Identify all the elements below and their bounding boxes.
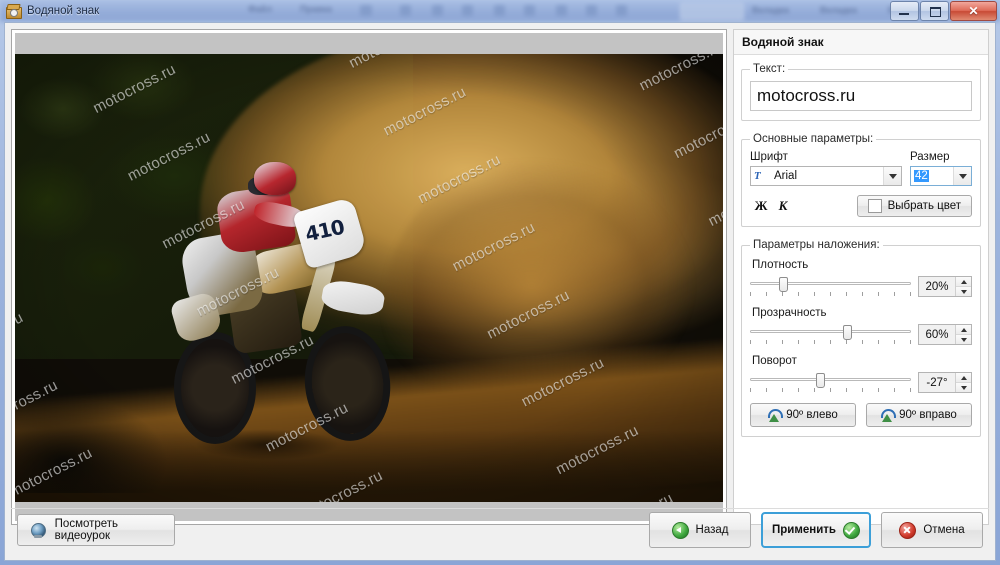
density-control: Плотность 20% (750, 259, 972, 298)
font-value: Arial (774, 170, 798, 182)
choose-color-button[interactable]: Выбрать цвет (856, 195, 972, 217)
app-briefcase-icon (6, 4, 22, 19)
footer-divider (11, 508, 989, 509)
font-type-icon: T (754, 169, 761, 182)
size-select[interactable]: 42 (910, 166, 972, 186)
density-slider-thumb[interactable] (778, 277, 788, 292)
rotation-value: -27° (926, 376, 948, 389)
text-group-legend: Текст: (753, 63, 786, 75)
rotate-left-label: 90º влево (786, 409, 838, 421)
density-spin-down[interactable] (956, 287, 971, 296)
cancel-label: Отмена (923, 524, 965, 536)
transparency-value: 60% (925, 328, 949, 341)
density-spin-up[interactable] (956, 277, 971, 287)
rotation-spinner[interactable]: -27° (918, 372, 972, 393)
window-title: Водяной знак (27, 5, 100, 17)
transparency-spinner[interactable]: 60% (918, 324, 972, 345)
main-params-legend: Основные параметры: (753, 133, 874, 145)
client-area: 410 motocross.ru motocross.ru motocross.… (4, 22, 996, 561)
transparency-spin-up[interactable] (956, 325, 971, 335)
preview-photo: 410 motocross.ru motocross.ru motocross.… (15, 54, 723, 502)
cancel-x-icon (899, 521, 917, 539)
transparency-spin-down[interactable] (956, 335, 971, 344)
minimize-button[interactable] (890, 1, 919, 21)
overlay-params-legend: Параметры наложения: (753, 239, 880, 251)
application-window: Файл Правка Вкладка Вкладка Вкладка Водя… (0, 0, 1000, 565)
overlay-params-group: Параметры наложения: Плотность 20% Прозр… (741, 239, 981, 437)
font-select[interactable]: T Arial (750, 166, 902, 186)
image-preview-pane[interactable]: 410 motocross.ru motocross.ru motocross.… (11, 29, 727, 525)
rotation-control: Поворот -27° (750, 355, 972, 394)
back-label: Назад (695, 524, 729, 536)
density-slider[interactable] (750, 276, 911, 298)
text-group: Текст: (741, 63, 981, 121)
footer-bar: Посмотреть видеоурок Назад Применить Отм… (5, 508, 995, 560)
watermark-text-input[interactable] (750, 81, 972, 111)
rotate-left-button[interactable]: 90º влево (750, 403, 856, 427)
transparency-label: Прозрачность (752, 307, 827, 319)
rotation-spin-down[interactable] (956, 383, 971, 392)
chevron-down-icon[interactable] (883, 167, 901, 185)
close-icon: ✕ (968, 4, 979, 18)
rotation-slider-thumb[interactable] (816, 373, 825, 388)
color-swatch-icon (867, 199, 882, 213)
preview-canvas[interactable]: 410 motocross.ru motocross.ru motocross.… (15, 33, 723, 521)
rotate-right-label: 90º вправо (899, 409, 957, 421)
main-params-group: Основные параметры: Шрифт T Arial Размер (741, 133, 981, 227)
chevron-down-icon[interactable] (953, 167, 971, 185)
font-label: Шрифт (750, 151, 788, 163)
rotate-left-icon (768, 408, 784, 422)
rotate-right-button[interactable]: 90º вправо (866, 403, 972, 427)
watch-video-button[interactable]: Посмотреть видеоурок (17, 514, 175, 546)
dialog-action-buttons: Назад Применить Отмена (649, 512, 983, 548)
size-value: 42 (914, 170, 929, 182)
panel-header: Водяной знак (734, 30, 988, 55)
settings-panel: Водяной знак Текст: Основные параметры: … (733, 29, 989, 525)
bold-button[interactable]: Ж (750, 196, 772, 216)
italic-button[interactable]: К (772, 196, 794, 216)
maximize-button[interactable] (920, 1, 949, 21)
size-label: Размер (910, 151, 950, 163)
window-controls: ✕ (889, 1, 997, 21)
apply-label: Применить (772, 524, 836, 536)
webcam-icon (30, 522, 46, 538)
transparency-slider-thumb[interactable] (843, 325, 853, 340)
watch-video-label: Посмотреть видеоурок (54, 518, 119, 542)
back-button[interactable]: Назад (649, 512, 751, 548)
rotation-spin-up[interactable] (956, 373, 971, 383)
cancel-button[interactable]: Отмена (881, 512, 983, 548)
rotation-slider[interactable] (750, 372, 911, 394)
choose-color-label: Выбрать цвет (887, 200, 961, 212)
density-spinner[interactable]: 20% (918, 276, 972, 297)
title-bar: Водяной знак ✕ (0, 0, 1000, 22)
density-label: Плотность (752, 259, 809, 271)
rotation-label: Поворот (752, 355, 797, 367)
back-arrow-icon (671, 521, 689, 539)
apply-button[interactable]: Применить (761, 512, 871, 548)
density-value: 20% (925, 280, 949, 293)
transparency-slider[interactable] (750, 324, 911, 346)
close-button[interactable]: ✕ (950, 1, 997, 21)
rotate-right-icon (881, 408, 897, 422)
transparency-control: Прозрачность 60% (750, 307, 972, 346)
check-circle-icon (842, 521, 860, 539)
